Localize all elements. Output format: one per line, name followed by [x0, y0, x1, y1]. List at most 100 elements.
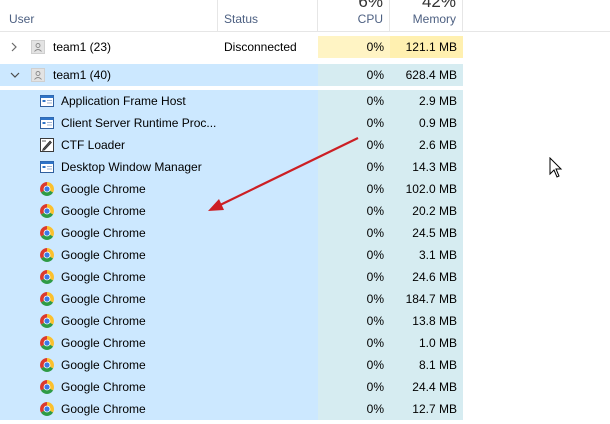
process-memory: 3.1 MB	[390, 244, 463, 266]
user-name: team1 (40)	[53, 68, 112, 82]
process-name: Google Chrome	[61, 182, 146, 196]
process-memory: 24.4 MB	[390, 376, 463, 398]
process-status	[218, 244, 318, 266]
column-header-memory-label: Memory	[412, 12, 456, 26]
process-name: Google Chrome	[61, 336, 146, 350]
process-row[interactable]: Google Chrome 0% 102.0 MB	[0, 178, 610, 200]
process-row[interactable]: Google Chrome 0% 13.8 MB	[0, 310, 610, 332]
process-name: Google Chrome	[61, 292, 146, 306]
process-name: Google Chrome	[61, 402, 146, 416]
chrome-icon	[39, 203, 55, 219]
process-name-cell: Google Chrome	[0, 354, 218, 376]
process-memory: 20.2 MB	[390, 200, 463, 222]
process-row[interactable]: Google Chrome 0% 24.6 MB	[0, 266, 610, 288]
process-name: Google Chrome	[61, 380, 146, 394]
process-row[interactable]: Google Chrome 0% 20.2 MB	[0, 200, 610, 222]
process-cpu: 0%	[318, 288, 390, 310]
user-row[interactable]: team1 (23) Disconnected 0% 121.1 MB	[0, 36, 610, 58]
mouse-cursor-icon	[549, 157, 563, 178]
process-name-cell: Google Chrome	[0, 398, 218, 420]
process-name-cell: CTF Loader	[0, 134, 218, 156]
process-row[interactable]: Application Frame Host 0% 2.9 MB	[0, 90, 610, 112]
chevron-down-icon[interactable]	[9, 64, 21, 86]
column-header-row: User Status 6% CPU 42% Memory	[0, 0, 610, 32]
process-memory: 102.0 MB	[390, 178, 463, 200]
process-status	[218, 178, 318, 200]
process-memory: 24.5 MB	[390, 222, 463, 244]
process-cpu: 0%	[318, 354, 390, 376]
process-status	[218, 266, 318, 288]
user-icon	[31, 40, 45, 54]
process-row[interactable]: CTF Loader 0% 2.6 MB	[0, 134, 610, 156]
process-status	[218, 200, 318, 222]
process-name-cell: Client Server Runtime Proc...	[0, 112, 218, 134]
process-name: Google Chrome	[61, 226, 146, 240]
user-memory: 121.1 MB	[390, 36, 463, 58]
process-name-cell: Google Chrome	[0, 310, 218, 332]
column-header-cpu[interactable]: 6% CPU	[318, 0, 390, 31]
process-row[interactable]: Google Chrome 0% 8.1 MB	[0, 354, 610, 376]
process-status	[218, 156, 318, 178]
process-cpu: 0%	[318, 156, 390, 178]
process-cpu: 0%	[318, 134, 390, 156]
process-name-cell: Google Chrome	[0, 222, 218, 244]
chrome-icon	[39, 313, 55, 329]
process-memory: 24.6 MB	[390, 266, 463, 288]
process-row[interactable]: Google Chrome 0% 24.4 MB	[0, 376, 610, 398]
process-name-cell: Application Frame Host	[0, 90, 218, 112]
process-row[interactable]: Google Chrome 0% 12.7 MB	[0, 398, 610, 420]
process-row[interactable]: Google Chrome 0% 24.5 MB	[0, 222, 610, 244]
window-app-icon	[39, 159, 55, 175]
process-row[interactable]: Google Chrome 0% 3.1 MB	[0, 244, 610, 266]
process-name: Google Chrome	[61, 270, 146, 284]
process-cpu: 0%	[318, 266, 390, 288]
process-memory: 12.7 MB	[390, 398, 463, 420]
process-name-cell: Google Chrome	[0, 244, 218, 266]
process-name: Google Chrome	[61, 204, 146, 218]
chrome-icon	[39, 357, 55, 373]
chrome-icon	[39, 269, 55, 285]
process-row[interactable]: Google Chrome 0% 184.7 MB	[0, 288, 610, 310]
user-cell: team1 (23)	[0, 36, 218, 58]
process-status	[218, 310, 318, 332]
column-header-user[interactable]: User	[0, 0, 218, 31]
process-name: CTF Loader	[61, 138, 126, 152]
memory-total-percent: 42%	[421, 0, 456, 11]
process-status	[218, 376, 318, 398]
chrome-icon	[39, 401, 55, 417]
process-status	[218, 134, 318, 156]
ctf-loader-icon	[39, 137, 55, 153]
process-cpu: 0%	[318, 310, 390, 332]
process-memory: 2.9 MB	[390, 90, 463, 112]
process-name-cell: Google Chrome	[0, 266, 218, 288]
process-memory: 0.9 MB	[390, 112, 463, 134]
users-table: User Status 6% CPU 42% Memory team1 (23)…	[0, 0, 610, 421]
process-status	[218, 288, 318, 310]
cpu-total-percent: 6%	[358, 0, 383, 11]
chrome-icon	[39, 225, 55, 241]
process-status	[218, 112, 318, 134]
process-status	[218, 90, 318, 112]
user-row[interactable]: team1 (40) 0% 628.4 MB	[0, 64, 610, 86]
process-cpu: 0%	[318, 200, 390, 222]
column-header-memory[interactable]: 42% Memory	[390, 0, 463, 31]
process-memory: 184.7 MB	[390, 288, 463, 310]
process-memory: 2.6 MB	[390, 134, 463, 156]
column-header-status[interactable]: Status	[218, 0, 318, 31]
process-cpu: 0%	[318, 178, 390, 200]
column-header-status-label: Status	[224, 12, 259, 26]
process-memory: 1.0 MB	[390, 332, 463, 354]
process-name-cell: Google Chrome	[0, 376, 218, 398]
chrome-icon	[39, 291, 55, 307]
process-row[interactable]: Google Chrome 0% 1.0 MB	[0, 332, 610, 354]
process-status	[218, 354, 318, 376]
column-header-cpu-label: CPU	[357, 12, 383, 26]
process-row[interactable]: Client Server Runtime Proc... 0% 0.9 MB	[0, 112, 610, 134]
process-row[interactable]: Desktop Window Manager 0% 14.3 MB	[0, 156, 610, 178]
chevron-right-icon[interactable]	[9, 36, 21, 58]
user-status: Disconnected	[224, 40, 297, 54]
process-cpu: 0%	[318, 222, 390, 244]
process-name-cell: Desktop Window Manager	[0, 156, 218, 178]
process-cpu: 0%	[318, 332, 390, 354]
chrome-icon	[39, 247, 55, 263]
